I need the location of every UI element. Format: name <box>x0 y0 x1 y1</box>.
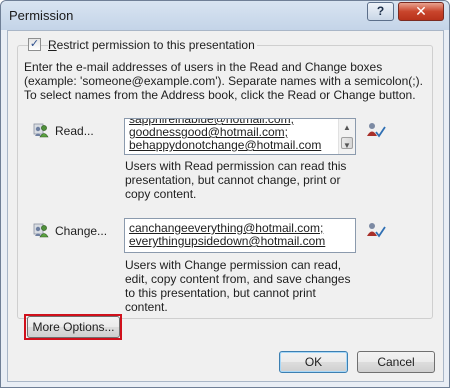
restrict-permission-checkbox[interactable]: ✓ <box>28 38 41 51</box>
close-button[interactable]: ✕ <box>398 2 444 21</box>
users-icon[interactable] <box>33 222 49 238</box>
read-users-listbox[interactable]: sapphireinablue@hotmail.com; goodnessgoo… <box>124 118 356 155</box>
change-button[interactable]: Change... <box>55 224 107 238</box>
change-entry[interactable]: everythingupsidedown@hotmail.com <box>125 235 325 248</box>
scroll-up-icon[interactable]: ▲ <box>339 119 355 136</box>
read-description: Users with Read permission can read this… <box>125 159 347 201</box>
change-description: Users with Change permission can read, e… <box>125 258 351 314</box>
help-button[interactable]: ? <box>367 2 394 21</box>
restrict-label-rest: estrict permission to this presentation <box>56 38 255 52</box>
read-button[interactable]: Read... <box>55 124 94 138</box>
ok-button[interactable]: OK <box>279 351 348 373</box>
cancel-button[interactable]: Cancel <box>357 351 435 373</box>
check-names-icon[interactable] <box>366 121 386 139</box>
restrict-mnemonic: R <box>48 38 57 52</box>
dialog-title: Permission <box>9 8 74 23</box>
read-list-scrollbar[interactable]: ▲ ▼ <box>338 119 355 154</box>
users-icon[interactable] <box>33 122 49 138</box>
read-entry[interactable]: behappydonotchange@hotmail.com <box>125 139 339 152</box>
check-names-icon[interactable] <box>366 221 386 239</box>
more-options-highlight <box>24 314 122 340</box>
instructions-text: Enter the e-mail addresses of users in t… <box>24 60 423 102</box>
title-bar: Permission ? ✕ <box>1 1 449 30</box>
scroll-down-icon[interactable]: ▼ <box>339 137 355 154</box>
restrict-permission-label[interactable]: Restrict permission to this presentation <box>48 38 257 52</box>
change-users-listbox[interactable]: canchangeeverything@hotmail.com; everyth… <box>124 218 356 253</box>
